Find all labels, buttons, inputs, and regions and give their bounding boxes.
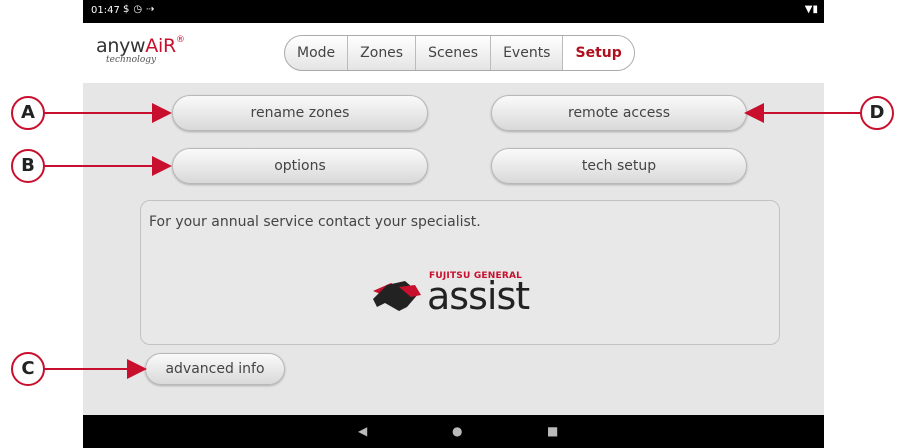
sim-icon: $ — [123, 4, 134, 15]
service-info-box: For your annual service contact your spe… — [140, 200, 780, 345]
brand-name: anywAiR® — [96, 35, 185, 57]
status-time: 01:47 — [91, 5, 120, 16]
rename-zones-button[interactable]: rename zones — [172, 95, 428, 131]
status-icons-right: ▼▮ — [805, 4, 818, 15]
fujitsu-assist-logo: FUJITSU GENERAL assist — [369, 271, 549, 317]
handshake-icon — [373, 281, 421, 311]
callout-d: D — [860, 96, 894, 130]
tab-scenes[interactable]: Scenes — [416, 36, 492, 70]
options-button[interactable]: options — [172, 148, 428, 184]
tablet-screen: 01:47 $◷⇢ ▼▮ anywAiR® technology Mode Zo… — [83, 0, 824, 448]
clock-icon: ◷ — [133, 4, 147, 15]
tech-setup-button[interactable]: tech setup — [491, 148, 747, 184]
tab-events[interactable]: Events — [491, 36, 564, 70]
android-nav-bar: ◀ ● ■ — [83, 415, 824, 448]
tab-zones[interactable]: Zones — [348, 36, 417, 70]
callout-a: A — [11, 96, 45, 130]
trademark: ® — [175, 35, 185, 45]
recents-icon[interactable]: ■ — [547, 424, 558, 438]
home-icon[interactable]: ● — [452, 424, 462, 438]
anywair-logo: anywAiR® technology — [96, 35, 185, 65]
battery-icon: ▮ — [812, 4, 818, 15]
assist-word: assist — [427, 274, 530, 318]
brand-highlight: AiR — [145, 35, 176, 57]
callout-b: B — [11, 149, 45, 183]
remote-access-button[interactable]: remote access — [491, 95, 747, 131]
tab-mode[interactable]: Mode — [285, 36, 349, 70]
brand-prefix: anyw — [96, 35, 146, 57]
app-header: anywAiR® technology Mode Zones Scenes Ev… — [83, 23, 824, 83]
signal-icon: ⇢ — [146, 4, 159, 15]
callout-c: C — [11, 352, 45, 386]
service-message: For your annual service contact your spe… — [149, 214, 481, 230]
back-icon[interactable]: ◀ — [358, 424, 367, 438]
tab-setup[interactable]: Setup — [563, 36, 634, 70]
status-icons-left: $◷⇢ — [123, 4, 159, 15]
advanced-info-button[interactable]: advanced info — [145, 353, 285, 385]
main-tabs: Mode Zones Scenes Events Setup — [284, 35, 635, 71]
status-bar: 01:47 $◷⇢ ▼▮ — [83, 0, 824, 23]
